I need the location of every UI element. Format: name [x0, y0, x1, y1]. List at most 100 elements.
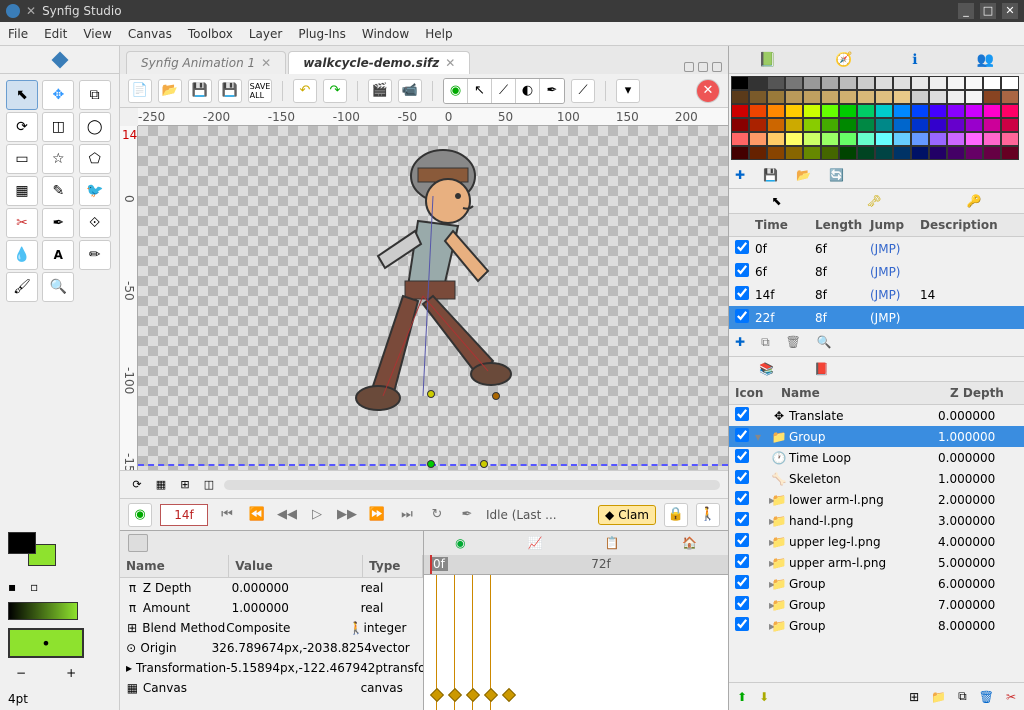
- redo-button[interactable]: ↷: [323, 79, 347, 103]
- tool-plant[interactable]: 🐦: [79, 176, 111, 206]
- color-swatch[interactable]: [821, 76, 839, 90]
- color-swatch[interactable]: [731, 146, 749, 160]
- onion-future-button[interactable]: ◐: [516, 79, 540, 103]
- color-swatch[interactable]: [1001, 76, 1019, 90]
- feather-button[interactable]: ✒: [540, 79, 564, 103]
- color-swatch[interactable]: [875, 76, 893, 90]
- color-swatch[interactable]: [965, 90, 983, 104]
- tool-circle[interactable]: ◯: [79, 112, 111, 142]
- keyframe-diamond[interactable]: [484, 688, 498, 702]
- color-swatch[interactable]: [983, 104, 1001, 118]
- keyframe-diamond[interactable]: [448, 688, 462, 702]
- color-swatch[interactable]: [893, 146, 911, 160]
- grid-icon[interactable]: ▦: [152, 476, 170, 494]
- color-swatch[interactable]: [803, 104, 821, 118]
- params-tab-icon[interactable]: [128, 534, 148, 552]
- seek-prev-kf-button[interactable]: ⏪: [246, 504, 268, 526]
- seek-prev-frame-button[interactable]: ◀◀: [276, 504, 298, 526]
- color-swatch[interactable]: [893, 104, 911, 118]
- color-swatch[interactable]: [983, 90, 1001, 104]
- col-header-type[interactable]: Type: [363, 555, 423, 577]
- layer-row[interactable]: ✥Translate0.000000: [729, 405, 1024, 426]
- color-swatch[interactable]: [749, 90, 767, 104]
- color-swatch[interactable]: [965, 104, 983, 118]
- col-header-name[interactable]: Name: [775, 382, 944, 404]
- color-swatch[interactable]: [857, 118, 875, 132]
- color-swatch[interactable]: [893, 90, 911, 104]
- tool-transform[interactable]: ⬉: [6, 80, 38, 110]
- keyframe-diamond[interactable]: [502, 688, 516, 702]
- seek-next-frame-button[interactable]: ▶▶: [336, 504, 358, 526]
- fg-bg-swatch[interactable]: [8, 532, 58, 572]
- color-swatch[interactable]: [803, 118, 821, 132]
- color-swatch[interactable]: [785, 76, 803, 90]
- kf-add-icon[interactable]: ✚: [735, 335, 745, 350]
- layer-row[interactable]: 🦴Skeleton1.000000: [729, 468, 1024, 489]
- color-swatch[interactable]: [785, 104, 803, 118]
- color-swatch[interactable]: [893, 132, 911, 146]
- tool-star[interactable]: ☆: [42, 144, 74, 174]
- color-swatch[interactable]: [1001, 90, 1019, 104]
- layer-duplicate-icon[interactable]: ⧉: [958, 689, 967, 704]
- menu-window[interactable]: Window: [362, 27, 409, 41]
- color-swatch[interactable]: [839, 90, 857, 104]
- onion-past-button[interactable]: ↖: [468, 79, 492, 103]
- color-swatch[interactable]: [749, 76, 767, 90]
- kf-select-icon[interactable]: ⬉: [771, 194, 781, 208]
- color-swatch[interactable]: [875, 146, 893, 160]
- color-swatch[interactable]: [731, 118, 749, 132]
- timeline-body[interactable]: [424, 575, 728, 710]
- brush-size-increase[interactable]: +: [66, 666, 76, 680]
- color-swatch[interactable]: [857, 146, 875, 160]
- color-swatch[interactable]: [785, 118, 803, 132]
- show-grid-button[interactable]: ⟋: [571, 79, 595, 103]
- color-swatch[interactable]: [821, 132, 839, 146]
- color-swatch[interactable]: [731, 104, 749, 118]
- col-header-length[interactable]: Length: [809, 214, 864, 236]
- tab-synfig-animation-1[interactable]: Synfig Animation 1 ✕: [126, 51, 286, 74]
- bone-handle[interactable]: [492, 392, 500, 400]
- color-swatch[interactable]: [1001, 104, 1019, 118]
- canvas-stage[interactable]: [138, 126, 728, 470]
- tool-draw[interactable]: ✒: [42, 208, 74, 238]
- color-swatch[interactable]: [983, 76, 1001, 90]
- color-swatch[interactable]: [1001, 132, 1019, 146]
- color-swatch[interactable]: [839, 118, 857, 132]
- color-swatch[interactable]: [785, 146, 803, 160]
- param-row[interactable]: πAmount1.000000real: [120, 598, 423, 618]
- timeline-ruler[interactable]: 0f 72f: [424, 555, 728, 575]
- kf-key-icon[interactable]: 🗝: [866, 194, 881, 208]
- preview-button[interactable]: 📹: [398, 79, 422, 103]
- kf-props-icon[interactable]: 🔍: [817, 335, 832, 350]
- color-swatch[interactable]: [929, 76, 947, 90]
- undo-button[interactable]: ↶: [293, 79, 317, 103]
- color-swatch[interactable]: [947, 104, 965, 118]
- kf-active-icon[interactable]: 🔑: [967, 194, 982, 208]
- color-swatch[interactable]: [911, 118, 929, 132]
- menu-layer[interactable]: Layer: [249, 27, 282, 41]
- brush-size-decrease[interactable]: −: [16, 666, 26, 680]
- color-swatch[interactable]: [893, 76, 911, 90]
- layer-group-icon[interactable]: 📁: [931, 690, 946, 704]
- minimize-button[interactable]: _: [958, 3, 974, 19]
- layer-raise-icon[interactable]: ⬆: [737, 690, 747, 704]
- color-swatch[interactable]: [857, 76, 875, 90]
- keyframe-row[interactable]: 6f8f(JMP): [729, 260, 1024, 283]
- tool-gradient[interactable]: ▦: [6, 176, 38, 206]
- tool-fill[interactable]: 💧: [6, 240, 38, 270]
- color-swatch[interactable]: [965, 146, 983, 160]
- outline-swatch[interactable]: [8, 628, 84, 658]
- render-button[interactable]: 🎬: [368, 79, 392, 103]
- param-row[interactable]: πZ Depth0.000000real: [120, 578, 423, 598]
- clamp-button[interactable]: ◆ Clam: [598, 505, 656, 525]
- seek-next-kf-button[interactable]: ⏩: [366, 504, 388, 526]
- tool-mirror[interactable]: ◫: [42, 112, 74, 142]
- color-swatch[interactable]: [875, 132, 893, 146]
- menu-plugins[interactable]: Plug-Ins: [298, 27, 346, 41]
- palette-tab-icon[interactable]: 📗: [759, 52, 776, 68]
- color-swatch[interactable]: [947, 146, 965, 160]
- tab-handle-icon[interactable]: [698, 62, 708, 72]
- menu-file[interactable]: File: [8, 27, 28, 41]
- tool-text[interactable]: A: [42, 240, 74, 270]
- color-swatch[interactable]: [875, 104, 893, 118]
